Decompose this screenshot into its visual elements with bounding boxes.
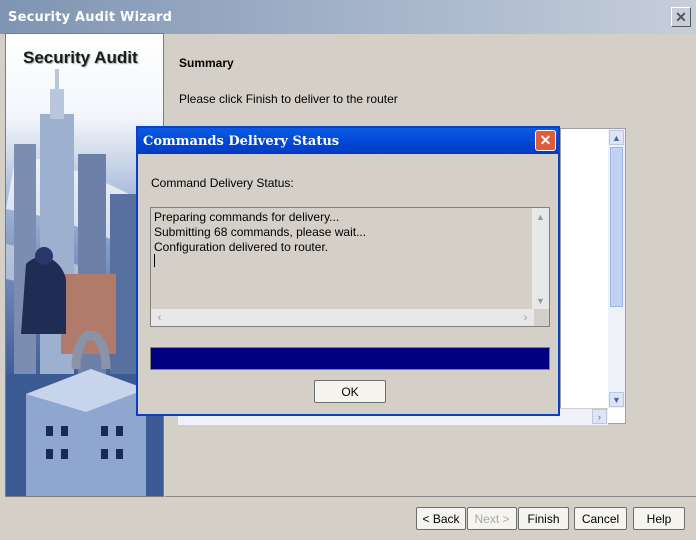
log-scroll-left-icon[interactable]: ‹ — [152, 310, 167, 325]
progress-fill — [151, 348, 549, 369]
help-button[interactable]: Help — [633, 507, 685, 530]
side-panel-title: Security Audit — [23, 48, 138, 67]
bottom-divider — [165, 496, 696, 497]
page-title: Summary — [179, 56, 234, 70]
delivery-log-textarea[interactable]: Preparing commands for delivery... Submi… — [150, 207, 550, 327]
text-caret — [154, 254, 155, 267]
scroll-up-icon[interactable]: ▲ — [609, 130, 624, 145]
log-scroll-up-icon[interactable]: ▲ — [533, 209, 548, 224]
finish-button[interactable]: Finish — [518, 507, 569, 530]
delivery-progress-bar — [150, 347, 550, 370]
delivery-status-label: Command Delivery Status: — [151, 176, 294, 190]
log-scroll-right-icon[interactable]: › — [518, 310, 533, 325]
window-titlebar[interactable]: Security Audit Wizard ✕ — [0, 0, 696, 34]
log-line: Preparing commands for delivery... — [154, 210, 340, 224]
dialog-titlebar[interactable]: Commands Delivery Status ✕ — [138, 128, 558, 154]
commands-delivery-status-dialog: Commands Delivery Status ✕ Command Deliv… — [136, 126, 560, 416]
back-button[interactable]: < Back — [416, 507, 466, 530]
log-scroll-down-icon[interactable]: ▼ — [533, 293, 548, 308]
ok-button[interactable]: OK — [314, 380, 386, 403]
log-horizontal-scrollbar[interactable]: ‹ › — [151, 309, 534, 326]
instruction-text: Please click Finish to deliver to the ro… — [179, 92, 398, 106]
dialog-title: Commands Delivery Status — [143, 134, 340, 149]
next-button[interactable]: Next > — [467, 507, 517, 530]
summary-scroll-thumb[interactable] — [610, 147, 623, 307]
log-line: Configuration delivered to router. — [154, 240, 329, 254]
scroll-down-icon[interactable]: ▼ — [609, 392, 624, 407]
log-line: Submitting 68 commands, please wait... — [154, 225, 367, 239]
scroll-right-icon[interactable]: › — [592, 409, 607, 424]
window-title: Security Audit Wizard — [8, 10, 173, 25]
close-icon[interactable]: ✕ — [671, 7, 691, 27]
cancel-button[interactable]: Cancel — [574, 507, 627, 530]
log-vertical-scrollbar[interactable]: ▲ ▼ — [532, 208, 549, 309]
dialog-close-icon[interactable]: ✕ — [535, 130, 556, 151]
